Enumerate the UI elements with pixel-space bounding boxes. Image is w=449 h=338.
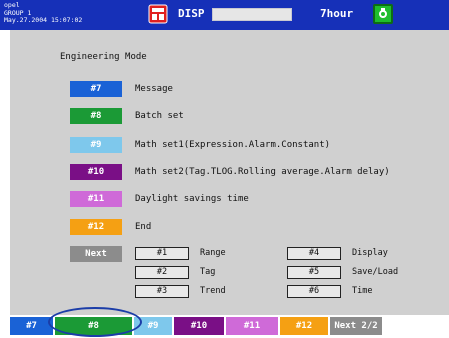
- softkey-12[interactable]: #12: [280, 317, 328, 335]
- menu-label-end: End: [135, 222, 152, 232]
- menu-label-message: Message: [135, 84, 173, 94]
- next-label-display: Display: [352, 248, 388, 258]
- next-key[interactable]: Next: [70, 246, 122, 262]
- next-label-tag: Tag: [200, 267, 216, 277]
- menu-key-12[interactable]: #12: [70, 219, 122, 235]
- screen: opel GROUP 1 May.27.2004 15:07:02 DISP 7…: [0, 0, 449, 338]
- menu-key-11[interactable]: #11: [70, 191, 122, 207]
- next-label-time: Time: [352, 286, 373, 296]
- menu-label-batch-set: Batch set: [135, 111, 184, 121]
- selection-highlight-oval: [48, 307, 142, 337]
- status-icon-tick: [381, 8, 385, 11]
- menu-key-10[interactable]: #10: [70, 164, 122, 180]
- disp-label: DISP: [178, 7, 205, 20]
- header-info: opel GROUP 1 May.27.2004 15:07:02: [4, 1, 83, 25]
- menu-label-math-set2: Math set2(Tag.TLOG.Rolling average.Alarm…: [135, 167, 390, 177]
- disp-indicator-bar: [212, 8, 292, 21]
- softkey-11[interactable]: #11: [226, 317, 278, 335]
- menu-key-9[interactable]: #9: [70, 137, 122, 153]
- softkey-10[interactable]: #10: [174, 317, 224, 335]
- menu-label-math-set1: Math set1(Expression.Alarm.Constant): [135, 140, 331, 150]
- header-info-line3: May.27.2004 15:07:02: [4, 16, 83, 24]
- menu-label-daylight-savings: Daylight savings time: [135, 194, 249, 204]
- header-bar: opel GROUP 1 May.27.2004 15:07:02 DISP 7…: [0, 0, 449, 30]
- next-label-range: Range: [200, 248, 226, 258]
- disp-icon: [148, 4, 168, 24]
- next-key-2[interactable]: #2: [135, 266, 189, 279]
- next-key-6[interactable]: #6: [287, 285, 341, 298]
- next-key-5[interactable]: #5: [287, 266, 341, 279]
- menu-key-8[interactable]: #8: [70, 108, 122, 124]
- softkey-7[interactable]: #7: [10, 317, 53, 335]
- next-key-4[interactable]: #4: [287, 247, 341, 260]
- next-label-save-load: Save/Load: [352, 267, 399, 277]
- next-label-trend: Trend: [200, 286, 226, 296]
- status-icon-ring: [379, 10, 387, 18]
- next-key-3[interactable]: #3: [135, 285, 189, 298]
- menu-key-7[interactable]: #7: [70, 81, 122, 97]
- status-icon: [373, 4, 393, 24]
- page-title: Engineering Mode: [60, 52, 147, 62]
- time-span-label: 7hour: [320, 7, 354, 20]
- next-key-1[interactable]: #1: [135, 247, 189, 260]
- softkey-next-2-2[interactable]: Next 2/2: [330, 317, 382, 335]
